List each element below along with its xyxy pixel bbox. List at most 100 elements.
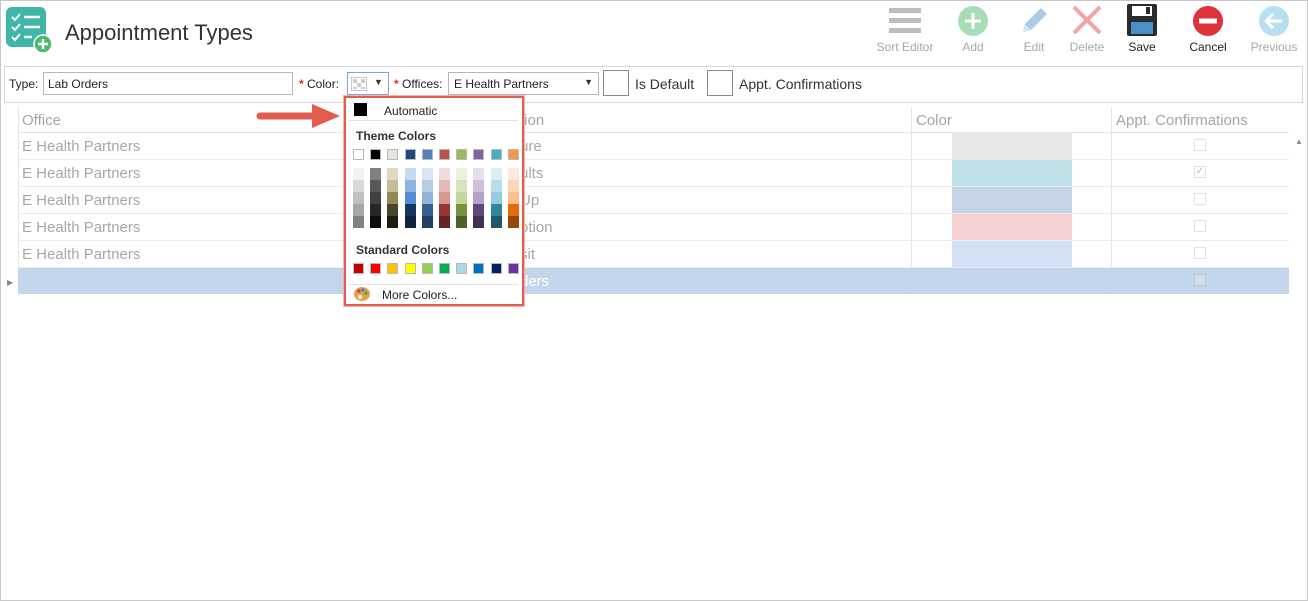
standard-color-swatch[interactable] — [456, 263, 468, 274]
theme-shade-swatch[interactable] — [370, 216, 382, 228]
theme-shade-swatch[interactable] — [507, 216, 519, 228]
theme-shade-swatch[interactable] — [439, 180, 450, 192]
confirmation-checkbox[interactable] — [1194, 193, 1206, 205]
theme-shade-column — [387, 168, 399, 228]
theme-shade-swatch[interactable] — [456, 192, 468, 204]
theme-shade-swatch[interactable] — [507, 180, 519, 192]
standard-color-swatch[interactable] — [421, 263, 433, 274]
theme-shade-swatch[interactable] — [370, 204, 382, 216]
theme-shade-swatch[interactable] — [456, 168, 468, 180]
theme-shade-swatch[interactable] — [473, 180, 485, 192]
theme-shade-swatch[interactable] — [439, 204, 450, 216]
theme-color-swatch[interactable] — [353, 149, 364, 160]
theme-shade-swatch[interactable] — [353, 204, 364, 216]
is-default-checkbox[interactable] — [603, 70, 629, 96]
theme-color-swatch[interactable] — [456, 149, 468, 160]
theme-shade-swatch[interactable] — [473, 192, 485, 204]
standard-color-swatch[interactable] — [370, 263, 382, 274]
theme-shade-swatch[interactable] — [473, 216, 485, 228]
table-row[interactable]: E Health Partners ults ✓ — [18, 160, 1289, 187]
add-button[interactable]: Add — [940, 4, 1006, 60]
theme-shade-swatch[interactable] — [404, 204, 416, 216]
standard-color-swatch[interactable] — [353, 263, 364, 274]
theme-shade-swatch[interactable] — [370, 180, 382, 192]
theme-shade-swatch[interactable] — [353, 216, 364, 228]
color-picker-dropdown[interactable]: ▼ — [347, 72, 389, 95]
table-row-selected[interactable]: ders — [18, 268, 1289, 294]
standard-color-swatch[interactable] — [439, 263, 450, 274]
theme-shade-swatch[interactable] — [353, 180, 364, 192]
theme-color-swatch[interactable] — [507, 149, 519, 160]
theme-shade-swatch[interactable] — [490, 180, 502, 192]
theme-shade-swatch[interactable] — [473, 204, 485, 216]
theme-shade-swatch[interactable] — [404, 216, 416, 228]
theme-shade-swatch[interactable] — [439, 168, 450, 180]
theme-shade-swatch[interactable] — [387, 204, 399, 216]
theme-shade-swatch[interactable] — [507, 192, 519, 204]
theme-shade-swatch[interactable] — [387, 168, 399, 180]
table-row[interactable]: E Health Partners ption — [18, 214, 1289, 241]
theme-shade-swatch[interactable] — [353, 192, 364, 204]
save-button[interactable]: Save — [1109, 4, 1175, 60]
theme-shade-swatch[interactable] — [490, 192, 502, 204]
theme-color-swatch[interactable] — [490, 149, 502, 160]
previous-button[interactable]: Previous — [1241, 4, 1307, 60]
theme-shade-swatch[interactable] — [421, 180, 433, 192]
cancel-button[interactable]: Cancel — [1175, 4, 1241, 60]
more-colors-option[interactable]: More Colors... — [348, 284, 518, 303]
theme-shade-swatch[interactable] — [370, 168, 382, 180]
theme-shade-swatch[interactable] — [370, 192, 382, 204]
offices-select[interactable]: E Health Partners ▼ — [448, 72, 599, 95]
table-row[interactable]: E Health Partners Up — [18, 187, 1289, 214]
theme-shade-swatch[interactable] — [421, 204, 433, 216]
confirmation-checkbox[interactable]: ✓ — [1194, 166, 1206, 178]
appointment-types-logo-icon — [6, 7, 52, 53]
theme-color-swatch[interactable] — [439, 149, 450, 160]
standard-color-swatch[interactable] — [490, 263, 502, 274]
theme-shade-swatch[interactable] — [456, 216, 468, 228]
theme-shade-swatch[interactable] — [507, 204, 519, 216]
theme-color-swatch[interactable] — [387, 149, 399, 160]
theme-shade-swatch[interactable] — [421, 192, 433, 204]
theme-shade-swatch[interactable] — [456, 180, 468, 192]
confirmation-checkbox[interactable] — [1194, 274, 1206, 286]
theme-shade-swatch[interactable] — [421, 168, 433, 180]
theme-shade-swatch[interactable] — [387, 192, 399, 204]
confirmation-checkbox[interactable] — [1194, 139, 1206, 151]
theme-color-swatch[interactable] — [421, 149, 433, 160]
theme-shade-swatch[interactable] — [473, 168, 485, 180]
theme-shade-swatch[interactable] — [404, 192, 416, 204]
theme-shade-column — [370, 168, 382, 228]
theme-color-swatch[interactable] — [404, 149, 416, 160]
theme-shade-swatch[interactable] — [404, 168, 416, 180]
standard-color-swatch[interactable] — [473, 263, 485, 274]
appt-confirmations-checkbox[interactable] — [707, 70, 733, 96]
color-label-text: Color: — [307, 77, 340, 91]
standard-color-swatch[interactable] — [404, 263, 416, 274]
theme-shade-swatch[interactable] — [353, 168, 364, 180]
color-label: * Color: — [299, 77, 339, 91]
theme-color-swatch[interactable] — [473, 149, 485, 160]
type-input[interactable]: Lab Orders — [43, 72, 293, 95]
theme-shade-swatch[interactable] — [439, 192, 450, 204]
theme-shade-swatch[interactable] — [490, 204, 502, 216]
standard-color-swatch[interactable] — [507, 263, 519, 274]
theme-shade-swatch[interactable] — [387, 180, 399, 192]
theme-shade-swatch[interactable] — [439, 216, 450, 228]
scroll-up-icon[interactable]: ▲ — [1295, 137, 1303, 146]
standard-color-swatch[interactable] — [387, 263, 399, 274]
theme-shade-swatch[interactable] — [456, 204, 468, 216]
theme-shade-swatch[interactable] — [490, 216, 502, 228]
table-row[interactable]: E Health Partners sit — [18, 241, 1289, 268]
theme-shade-swatch[interactable] — [421, 216, 433, 228]
theme-shade-swatch[interactable] — [507, 168, 519, 180]
sort-editor-button[interactable]: Sort Editor — [872, 4, 938, 60]
theme-shade-swatch[interactable] — [387, 216, 399, 228]
table-row[interactable]: E Health Partners ure — [18, 133, 1289, 160]
theme-color-swatch[interactable] — [370, 149, 382, 160]
confirmation-checkbox[interactable] — [1194, 220, 1206, 232]
automatic-color-option[interactable]: Automatic — [348, 100, 518, 121]
theme-shade-swatch[interactable] — [490, 168, 502, 180]
confirmation-checkbox[interactable] — [1194, 247, 1206, 259]
theme-shade-swatch[interactable] — [404, 180, 416, 192]
